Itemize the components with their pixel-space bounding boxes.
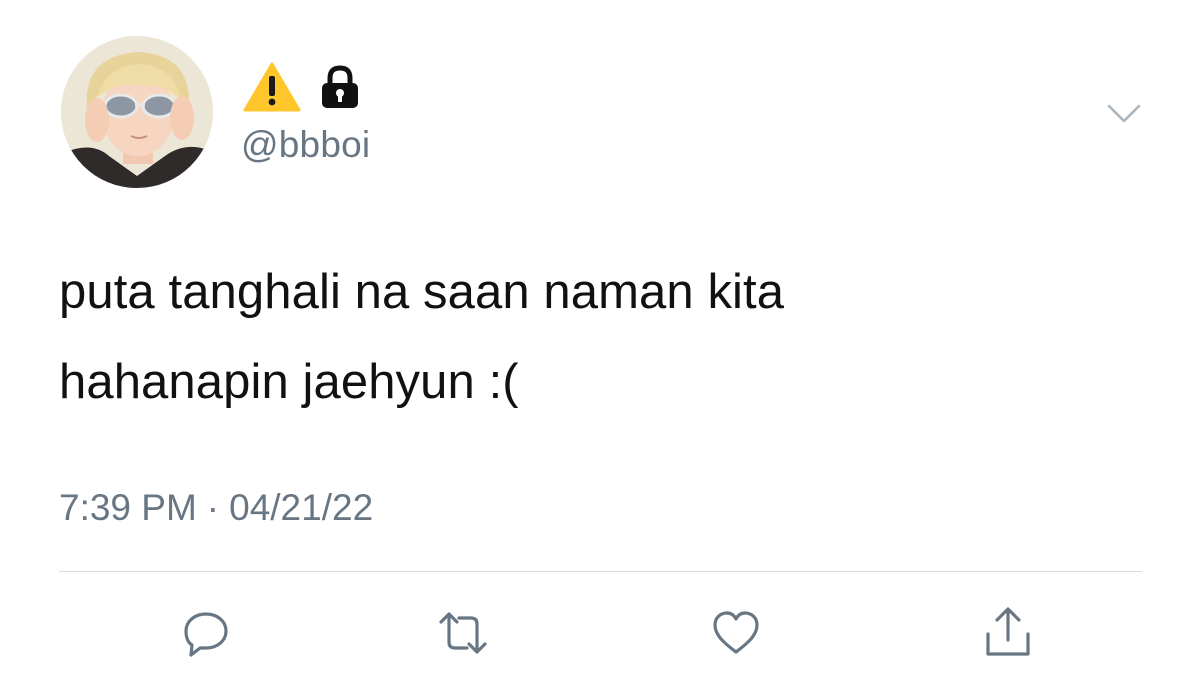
reply-icon	[181, 608, 231, 658]
user-handle[interactable]: @bbboi	[241, 124, 370, 166]
tweet-text: puta tanghali na saan naman kita hahanap…	[59, 265, 785, 409]
divider	[59, 571, 1142, 572]
avatar[interactable]	[61, 36, 213, 188]
chevron-down-icon[interactable]	[1106, 100, 1142, 128]
like-icon	[710, 608, 762, 658]
tweet-card: @bbboi puta tanghali na saan naman kita …	[0, 0, 1200, 699]
tweet-date: 04/21/22	[229, 487, 374, 528]
retweet-button[interactable]	[435, 605, 491, 661]
share-icon	[982, 606, 1034, 660]
display-name[interactable]	[243, 62, 361, 112]
share-button[interactable]	[980, 605, 1036, 661]
lock-icon	[319, 65, 361, 109]
timestamp-separator: ·	[206, 487, 220, 528]
tweet-timestamp[interactable]: 7:39 PM · 04/21/22	[59, 487, 373, 529]
like-button[interactable]	[708, 605, 764, 661]
retweet-icon	[435, 608, 491, 658]
tweet-time: 7:39 PM	[59, 487, 197, 528]
reply-button[interactable]	[178, 605, 234, 661]
warning-icon	[243, 62, 301, 112]
